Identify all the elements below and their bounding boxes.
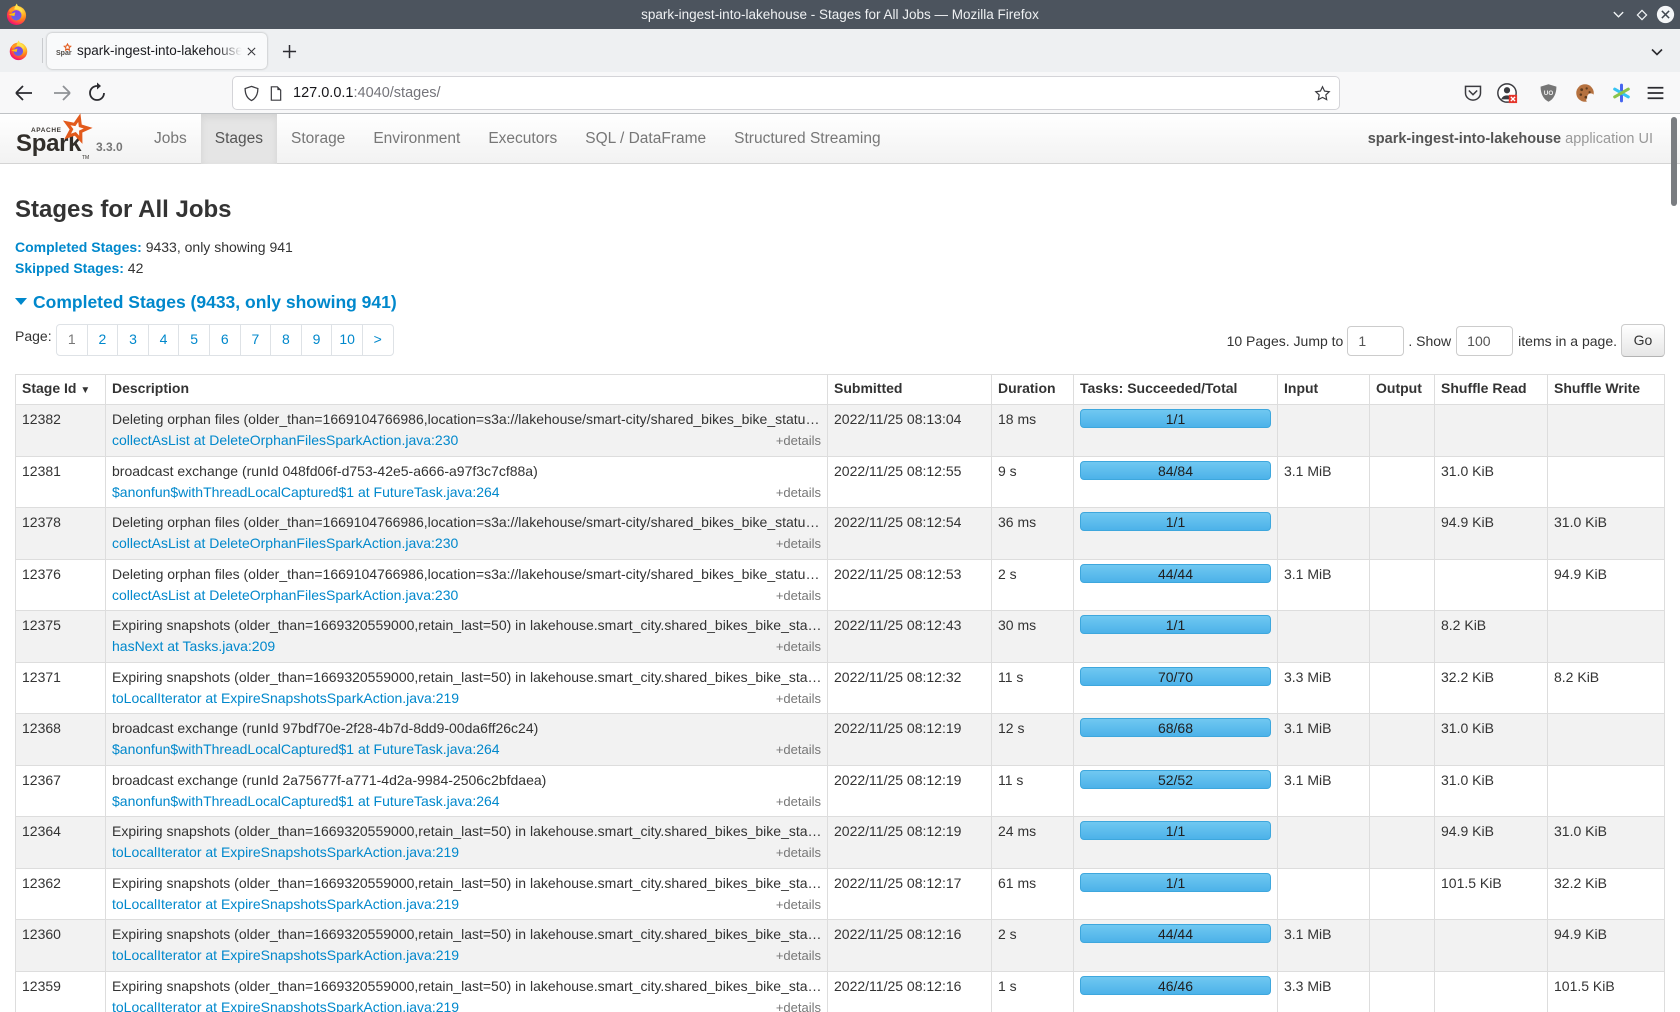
svg-text:UO: UO xyxy=(1544,90,1554,97)
svg-text:TM: TM xyxy=(82,155,89,161)
svg-text:Spark: Spark xyxy=(56,50,72,57)
